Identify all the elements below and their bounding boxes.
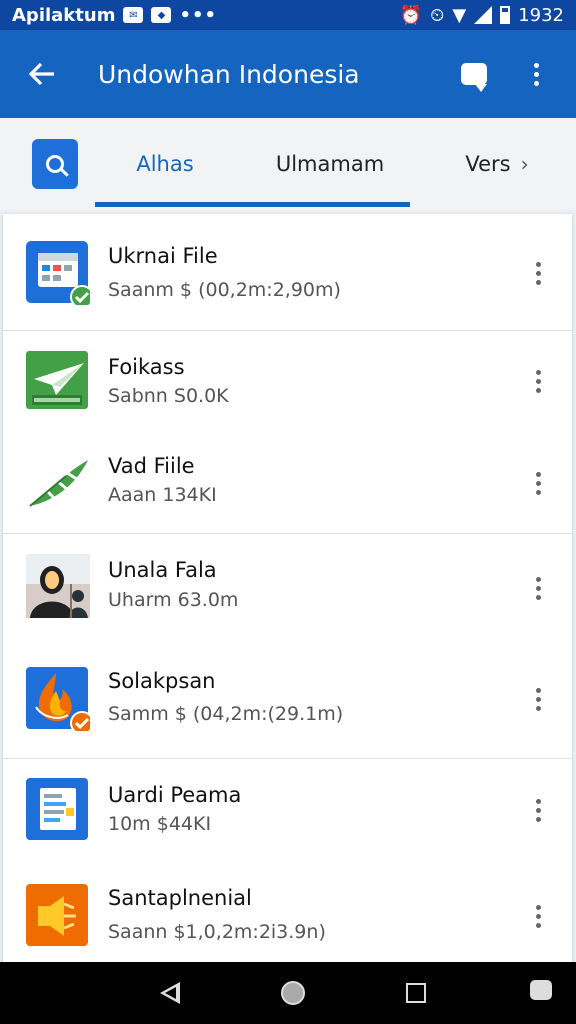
file-meta: 10m $44KI <box>108 813 212 835</box>
file-name: Vad Fiile <box>108 454 195 478</box>
arrow-left-icon <box>28 62 54 86</box>
status-app-name: Apilaktum <box>12 4 116 26</box>
chat-bubble-icon <box>461 63 487 92</box>
list-item[interactable]: Vad Fiile Aaan 134KI <box>3 432 572 534</box>
tab-label: Ulmamam <box>275 152 385 176</box>
notes-doc-icon <box>26 778 88 840</box>
item-menu-button[interactable] <box>523 253 553 293</box>
tab-label: Vers <box>465 152 511 176</box>
more-vert-icon <box>535 471 541 495</box>
tab-bar: Alhas Ulmamam Vers › <box>0 118 576 210</box>
green-feather-icon <box>29 460 88 507</box>
overflow-menu-button[interactable] <box>516 54 556 94</box>
file-meta: Saanm $ (00,2m:2,90m) <box>108 279 341 301</box>
item-menu-button[interactable] <box>523 679 553 719</box>
item-menu-button[interactable] <box>523 568 553 608</box>
alarm-clock-icon: ⏲ <box>430 4 445 26</box>
calendar-doc-icon <box>26 241 90 305</box>
list-item[interactable]: Solakpsan Samm $ (04,2m:(29.1m) <box>3 642 572 759</box>
flame-icon <box>26 667 90 731</box>
list-item[interactable]: Uardi Peama 10m $44KI <box>3 759 572 866</box>
page-title: Undowhan Indonesia <box>98 59 360 89</box>
file-meta: Samm $ (04,2m:(29.1m) <box>108 703 344 725</box>
more-vert-icon <box>535 798 541 822</box>
back-button[interactable] <box>20 52 64 96</box>
file-meta: Saann $1,0,2m:2i3.9n) <box>108 921 326 943</box>
file-meta: Aaan 134KI <box>108 484 217 506</box>
list-item[interactable]: Ukrnai File Saanm $ (00,2m:2,90m) <box>3 214 572 331</box>
tab-ulmamam[interactable]: Ulmamam <box>255 118 405 210</box>
file-meta: Sabnn S0.0K <box>108 385 229 407</box>
notification-icon: ✉ <box>123 7 144 23</box>
app-notification-icon: ◆ <box>151 7 172 23</box>
more-vert-icon <box>535 576 541 600</box>
file-meta: Uharm 63.0m <box>108 589 239 611</box>
chat-button[interactable] <box>454 54 494 94</box>
system-nav-bar <box>0 962 576 1024</box>
more-vert-icon <box>533 62 539 86</box>
status-time: 1932 <box>518 4 564 26</box>
more-vert-icon <box>535 261 541 285</box>
file-name: Uardi Peama <box>108 783 242 807</box>
more-notifications-icon: ••• <box>179 4 217 26</box>
nav-home-button[interactable] <box>280 981 305 1005</box>
file-list: Ukrnai File Saanm $ (00,2m:2,90m) Foikas… <box>3 214 572 962</box>
assistant-icon[interactable] <box>530 980 552 1000</box>
nav-recents-button[interactable] <box>405 983 426 1003</box>
nav-back-button[interactable] <box>160 982 181 1004</box>
tab-indicator <box>95 202 410 207</box>
signal-icon <box>474 6 493 24</box>
green-plane-icon <box>26 351 88 409</box>
tab-label: Alhas <box>136 152 194 176</box>
file-name: Santaplnenial <box>108 886 252 910</box>
file-name: Solakpsan <box>108 669 216 693</box>
tab-vers[interactable]: Vers › <box>452 118 542 210</box>
chevron-right-icon: › <box>520 152 529 176</box>
battery-icon <box>500 6 511 24</box>
person-photo-icon <box>26 554 90 618</box>
item-menu-button[interactable] <box>523 790 553 830</box>
orange-speaker-icon <box>26 884 88 946</box>
app-bar: Undowhan Indonesia <box>0 30 576 118</box>
list-item[interactable]: Unala Fala Uharm 63.0m <box>3 534 572 642</box>
file-name: Ukrnai File <box>108 244 218 268</box>
list-item[interactable]: Santaplnenial Saann $1,0,2m:2i3.9n) <box>3 866 572 962</box>
file-name: Unala Fala <box>108 558 217 582</box>
list-item[interactable]: Foikass Sabnn S0.0K <box>3 331 572 432</box>
item-menu-button[interactable] <box>523 463 553 503</box>
file-name: Foikass <box>108 355 185 379</box>
more-vert-icon <box>535 904 541 928</box>
status-bar: Apilaktum ✉ ◆ ••• ⏰ ⏲ ▼ 1932 <box>0 0 576 30</box>
more-vert-icon <box>535 369 541 393</box>
search-icon <box>46 155 64 173</box>
tab-alhas[interactable]: Alhas <box>110 118 220 210</box>
alarm-icon: ⏰ <box>399 4 423 26</box>
item-menu-button[interactable] <box>523 896 553 936</box>
more-vert-icon <box>535 687 541 711</box>
item-menu-button[interactable] <box>523 361 553 401</box>
search-button[interactable] <box>32 139 78 189</box>
wifi-icon: ▼ <box>452 4 467 26</box>
